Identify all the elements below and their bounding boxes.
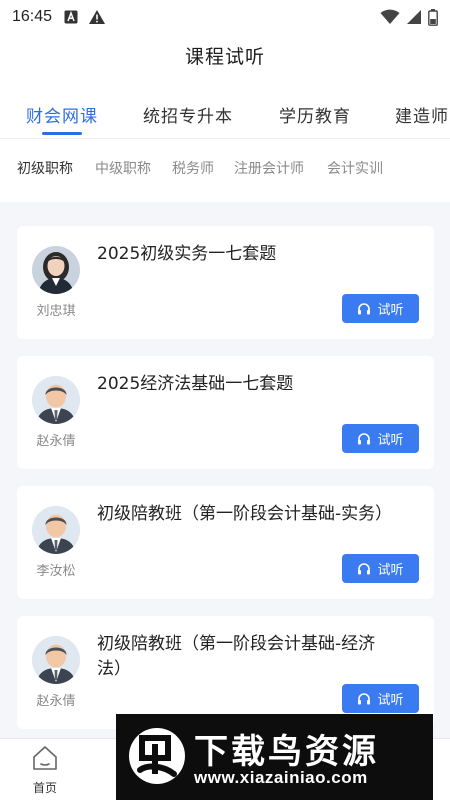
status-bar: 16:45 <box>0 0 450 34</box>
sub-tabs: 初级职称 中级职称 税务师 注册会计师 会计实训 <box>0 158 450 184</box>
bird-logo-icon <box>129 728 185 784</box>
headphones-icon <box>358 692 371 704</box>
teacher-avatar <box>32 636 80 684</box>
nav-home[interactable]: 首页 <box>20 745 70 796</box>
status-time: 16:45 <box>12 8 53 25</box>
trial-listen-label: 试听 <box>377 433 404 448</box>
teacher-name: 赵永倩 <box>36 694 76 709</box>
trial-listen-label: 试听 <box>377 563 404 578</box>
course-card[interactable]: 刘忠琪 2025初级实务一七套题 试听 <box>17 226 434 339</box>
signal-icon <box>406 9 422 25</box>
course-list: 刘忠琪 2025初级实务一七套题 试听 赵永倩 2025经济法基础一七套题 试听 <box>0 202 450 738</box>
subtab-zhongji-zhicheng[interactable]: 中级职称 <box>95 158 151 178</box>
teacher-avatar <box>32 376 80 424</box>
active-tab-indicator <box>42 132 82 135</box>
trial-listen-button[interactable]: 试听 <box>342 294 419 323</box>
default-avatar-icon <box>32 506 80 554</box>
tab-xueli-jiaoyu[interactable]: 学历教育 <box>279 102 351 127</box>
headphones-icon <box>358 302 371 314</box>
trial-listen-button[interactable]: 试听 <box>342 424 419 453</box>
teacher-name: 李汝松 <box>36 564 76 579</box>
watermark-title: 下载鸟资源 <box>194 732 379 772</box>
teacher-avatar <box>32 506 80 554</box>
status-left-icons <box>64 9 106 25</box>
subtab-kuaiji-shixun[interactable]: 会计实训 <box>327 158 383 178</box>
subtab-zhuce-kuaijishi[interactable]: 注册会计师 <box>234 158 304 178</box>
course-card[interactable]: 赵永倩 2025经济法基础一七套题 试听 <box>17 356 434 469</box>
tabs-divider <box>0 138 450 139</box>
teacher-name: 刘忠琪 <box>36 304 76 319</box>
watermark-url: www.xiazainiao.com <box>194 768 368 787</box>
watermark: 下载鸟资源 www.xiazainiao.com <box>116 714 433 800</box>
course-title: 2025经济法基础一七套题 <box>97 374 294 394</box>
default-avatar-icon <box>32 376 80 424</box>
a-box-icon <box>64 10 78 24</box>
trial-listen-label: 试听 <box>377 693 404 708</box>
subtab-chuji-zhicheng[interactable]: 初级职称 <box>17 158 73 178</box>
course-title: 初级陪教班（第一阶段会计基础-实务） <box>97 504 393 524</box>
trial-listen-button[interactable]: 试听 <box>342 684 419 713</box>
tab-jianzaoshi[interactable]: 建造师 <box>395 102 449 127</box>
course-card[interactable]: 赵永倩 初级陪教班（第一阶段会计基础-经济法） 试听 <box>17 616 434 729</box>
course-card[interactable]: 李汝松 初级陪教班（第一阶段会计基础-实务） 试听 <box>17 486 434 599</box>
course-title: 2025初级实务一七套题 <box>97 244 277 264</box>
status-right-icons <box>380 8 438 26</box>
default-avatar-icon <box>32 636 80 684</box>
nav-home-label: 首页 <box>32 781 57 795</box>
teacher-name: 赵永倩 <box>36 434 76 449</box>
teacher-avatar <box>32 246 80 294</box>
battery-icon <box>428 8 438 26</box>
wifi-icon <box>380 9 400 25</box>
tab-caihui-wangke[interactable]: 财会网课 <box>26 102 98 127</box>
female-teacher-photo <box>32 246 80 294</box>
subtab-shuiwushi[interactable]: 税务师 <box>172 158 214 178</box>
warning-icon <box>88 9 106 25</box>
page-title: 课程试听 <box>184 46 265 68</box>
headphones-icon <box>358 562 371 574</box>
headphones-icon <box>358 432 371 444</box>
trial-listen-label: 试听 <box>377 303 404 318</box>
course-title: 初级陪教班（第一阶段会计基础-经济法） <box>97 634 376 679</box>
top-tabs: 财会网课 统招专升本 学历教育 建造师 <box>0 98 450 138</box>
tab-tongzhao-zhuanshengben[interactable]: 统招专升本 <box>143 102 233 127</box>
trial-listen-button[interactable]: 试听 <box>342 554 419 583</box>
home-icon <box>33 746 57 770</box>
